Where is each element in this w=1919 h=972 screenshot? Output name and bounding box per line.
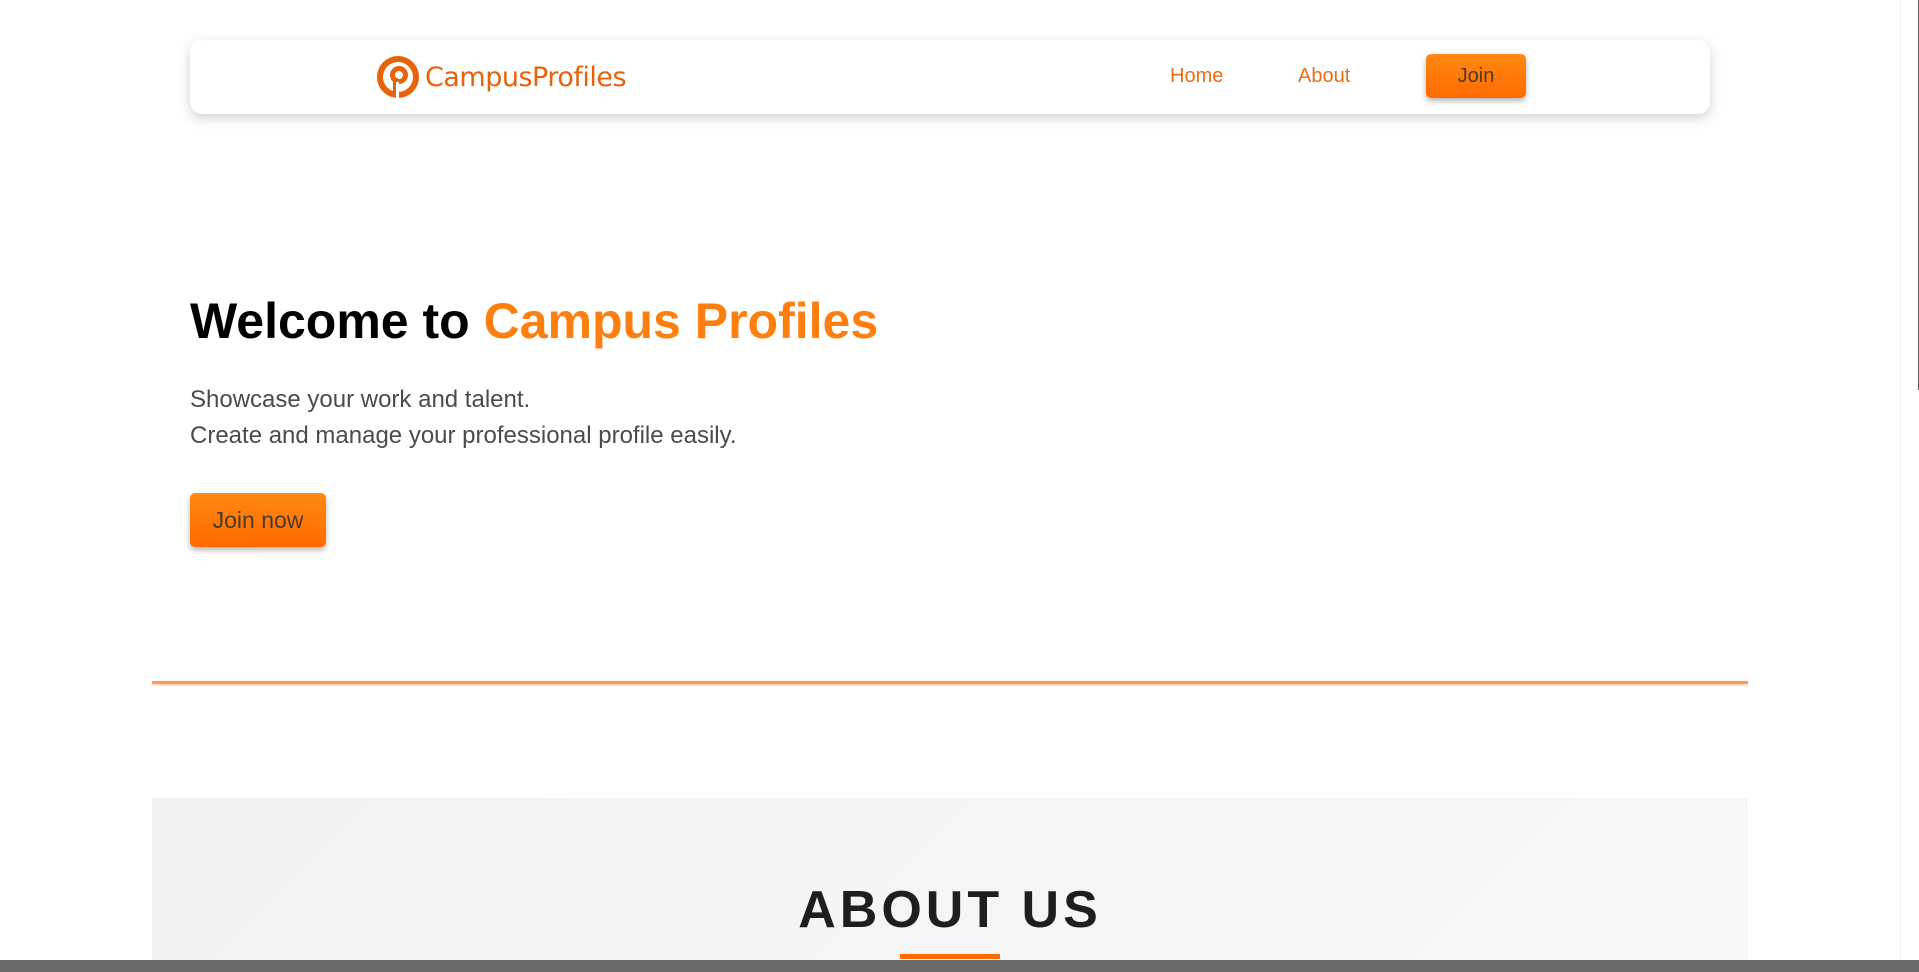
join-now-button[interactable]: Join now [190, 493, 326, 547]
about-section: ABOUT US [152, 798, 1748, 960]
join-button[interactable]: Join [1426, 54, 1526, 98]
nav-link-home[interactable]: Home [1170, 65, 1223, 88]
about-title-underline [900, 954, 1000, 959]
page-scrollbar[interactable] [1900, 0, 1919, 960]
section-divider [152, 681, 1748, 684]
about-title: ABOUT US [798, 881, 1102, 939]
campus-profiles-logo-icon [377, 56, 419, 98]
logo-text: CampusProfiles [425, 61, 627, 93]
hero-title: Welcome to Campus Profiles [190, 292, 878, 350]
logo[interactable]: CampusProfiles [375, 53, 627, 101]
hero-title-accent: Campus Profiles [483, 293, 879, 349]
hero-tagline-2: Create and manage your professional prof… [190, 422, 737, 449]
hero-tagline-1: Showcase your work and talent. [190, 386, 531, 413]
page-viewport: CampusProfiles Home About Join Welcome t… [0, 0, 1900, 960]
hero-title-prefix: Welcome to [190, 293, 470, 349]
nav-link-about[interactable]: About [1298, 65, 1350, 88]
navbar: CampusProfiles Home About Join [190, 40, 1710, 114]
